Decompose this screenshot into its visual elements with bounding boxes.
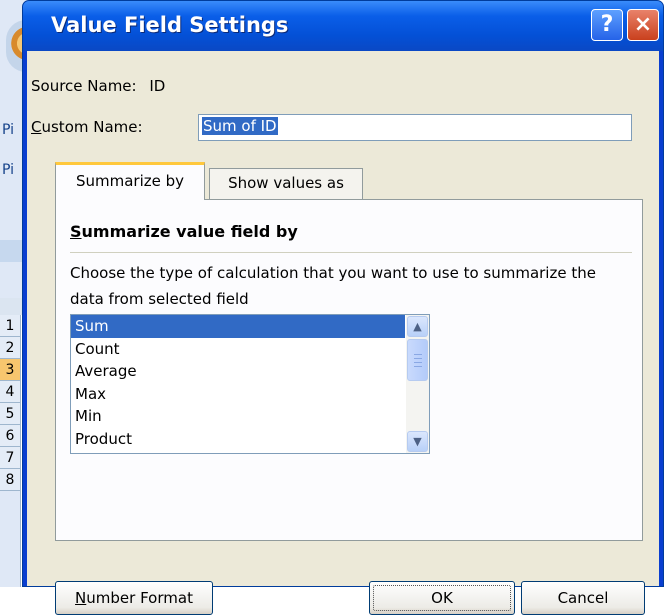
row-header-active: 3 <box>0 359 20 381</box>
custom-name-value: Sum of ID <box>202 117 278 135</box>
row-header: 7 <box>0 447 20 469</box>
close-icon: × <box>633 12 653 37</box>
help-button[interactable]: ? <box>591 9 623 41</box>
number-format-label: umber Format <box>86 589 193 607</box>
summarize-panel: Summarize value field by Choose the type… <box>55 199 643 541</box>
tab-show-values-as[interactable]: Show values as <box>209 168 363 199</box>
grip-line <box>414 358 422 359</box>
list-item-min[interactable]: Min <box>71 405 405 428</box>
help-icon: ? <box>600 12 614 37</box>
tab-show-values-as-label: Show values as <box>228 174 344 192</box>
number-format-button[interactable]: Number Format <box>55 581 213 615</box>
listbox-scrollbar[interactable]: ▲ ▼ <box>406 315 429 453</box>
grip-line <box>414 366 422 367</box>
cancel-label: Cancel <box>557 589 609 607</box>
section-title-text: ummarize value field by <box>81 222 298 241</box>
custom-name-label-accesskey: C <box>31 118 42 136</box>
tab-summarize-by[interactable]: Summarize by <box>55 162 205 200</box>
number-format-accesskey: N <box>75 589 87 607</box>
scroll-up-button[interactable]: ▲ <box>407 316 428 337</box>
list-item-average[interactable]: Average <box>71 360 405 383</box>
grip-line <box>414 354 422 355</box>
section-title-accesskey: S <box>70 222 82 241</box>
custom-name-input[interactable]: Sum of ID <box>198 114 632 141</box>
list-item-sum[interactable]: Sum <box>71 315 405 338</box>
list-item-count[interactable]: Count <box>71 338 405 361</box>
row-header: 2 <box>0 337 20 359</box>
row-header: 8 <box>0 469 20 491</box>
custom-name-label: Custom Name: <box>31 118 143 136</box>
row-header: 4 <box>0 381 20 403</box>
section-title: Summarize value field by <box>70 222 298 241</box>
background-row-headers: 1 2 3 4 5 6 7 8 <box>0 315 20 491</box>
dialog-body: Source Name: ID Custom Name: Sum of ID S… <box>27 51 659 615</box>
down-arrow-icon: ▼ <box>413 435 422 448</box>
calculation-listbox[interactable]: Sum Count Average Max Min Product ▲ ▼ <box>70 314 430 454</box>
calculation-list: Sum Count Average Max Min Product <box>71 315 405 450</box>
custom-name-label-text: ustom Name: <box>41 118 143 136</box>
ok-button[interactable]: OK <box>369 581 515 615</box>
value-field-settings-dialog: Value Field Settings ? × Source Name: ID… <box>22 0 664 615</box>
up-arrow-icon: ▲ <box>413 320 422 333</box>
close-button[interactable]: × <box>627 9 659 41</box>
row-header: 1 <box>0 315 20 337</box>
source-name-label: Source Name: <box>31 77 137 95</box>
dialog-title: Value Field Settings <box>51 13 289 37</box>
focus-ring <box>373 585 511 611</box>
scroll-thumb[interactable] <box>407 339 428 381</box>
source-name-row: Source Name: ID <box>31 77 165 95</box>
section-divider <box>70 252 632 253</box>
list-item-product[interactable]: Product <box>71 428 405 451</box>
tab-summarize-by-label: Summarize by <box>75 172 185 190</box>
list-item-max[interactable]: Max <box>71 383 405 406</box>
cancel-button[interactable]: Cancel <box>521 581 645 615</box>
title-bar[interactable]: Value Field Settings ? × <box>23 1 663 51</box>
grip-line <box>414 362 422 363</box>
row-header: 6 <box>0 425 20 447</box>
calculation-description: Choose the type of calculation that you … <box>70 264 596 308</box>
source-name-value: ID <box>149 77 166 95</box>
scroll-down-button[interactable]: ▼ <box>407 431 428 452</box>
row-header: 5 <box>0 403 20 425</box>
